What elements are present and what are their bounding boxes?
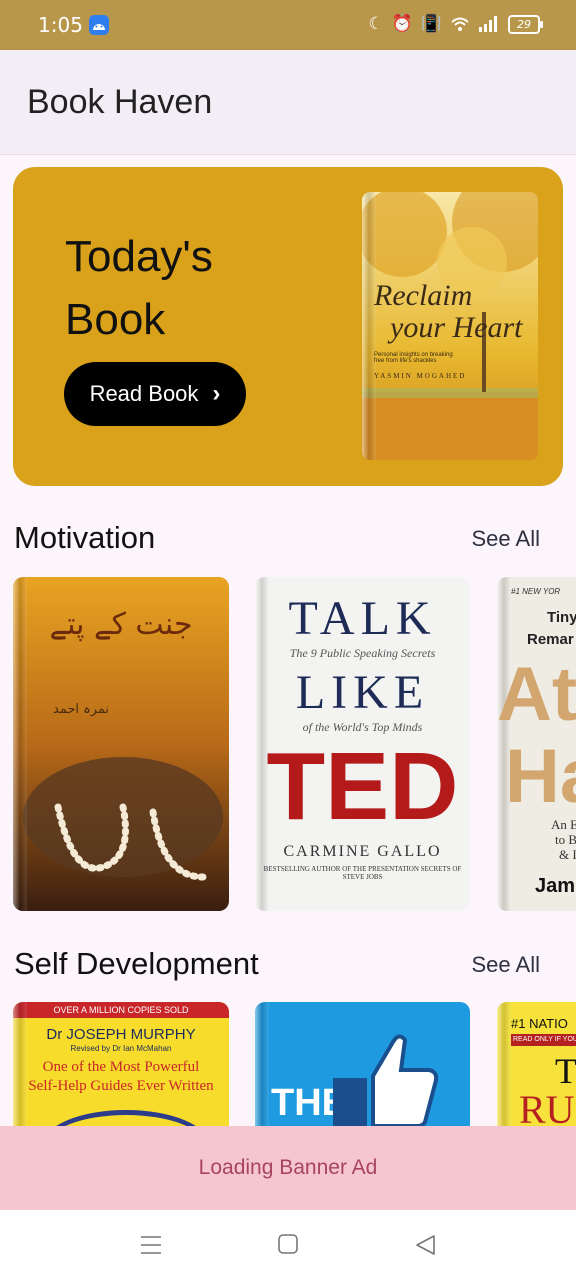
- psm-tagline-1: One of the Most Powerful: [42, 1059, 200, 1075]
- book-cover-talk-like-ted[interactable]: TALK The 9 Public Speaking Secrets LIKE …: [255, 577, 470, 911]
- read-book-label: Read Book: [89, 381, 199, 406]
- book-cover-rules[interactable]: #1 NATIO READ ONLY IF YOU'RE T RU: [497, 1002, 576, 1126]
- section-title-self-development: Self Development: [14, 946, 259, 981]
- signal-icon: [479, 16, 497, 32]
- ted-line-talk: TALK: [288, 592, 437, 645]
- status-time: 1:05: [38, 13, 83, 37]
- ted-sub-1: The 9 Public Speaking Secrets: [289, 646, 436, 660]
- book-cover-power-of-subconscious-mind[interactable]: OVER A MILLION COPIES SOLD Dr JOSEPH MUR…: [13, 1002, 229, 1126]
- rules-read: READ ONLY IF YOU'RE: [511, 1034, 576, 1046]
- todays-book-card: Today's Book Read Book › Reclaim your He…: [13, 167, 563, 486]
- todays-book-cover[interactable]: Reclaim your Heart Personal insights on …: [362, 192, 538, 460]
- app-bar: Book Haven: [0, 50, 576, 155]
- atomic-l1: Tiny: [547, 609, 576, 626]
- book-cover-jannat-ke-pattay[interactable]: جنت کے پتے نمرہ احمد: [13, 577, 229, 911]
- vibrate-icon: 📳: [420, 14, 442, 34]
- recent-apps-icon[interactable]: [140, 1234, 162, 1256]
- read-book-button[interactable]: Read Book ›: [64, 362, 246, 426]
- atomic-s1: An E: [551, 817, 576, 832]
- moon-icon: ☾: [368, 14, 384, 34]
- hero-book-title-2: your Heart: [390, 311, 523, 344]
- app-title: Book Haven: [27, 83, 213, 121]
- atomic-s2: to B: [555, 832, 576, 847]
- banner-ad[interactable]: Loading Banner Ad: [0, 1126, 576, 1210]
- thumbs-up-icon: [333, 1034, 439, 1126]
- wifi-icon: [451, 17, 469, 31]
- see-all-motivation-button[interactable]: See All: [472, 526, 541, 552]
- book-author-urdu: نمرہ احمد: [53, 702, 110, 717]
- battery-icon: 29: [508, 14, 543, 34]
- hero-book-subtitle: Personal insights on breaking free from …: [374, 352, 453, 364]
- book-cover-thumbs-up[interactable]: THE: [255, 1002, 470, 1126]
- see-all-self-development-button[interactable]: See All: [472, 952, 541, 978]
- ted-line-like: LIKE: [295, 666, 430, 719]
- ted-author: CARMINE GALLO: [283, 843, 442, 860]
- back-icon[interactable]: [414, 1234, 436, 1256]
- hero-book-author: YASMIN MOGAHED: [374, 372, 467, 380]
- android-notification-icon: [89, 15, 109, 35]
- home-icon[interactable]: [278, 1234, 298, 1254]
- book-title-urdu: جنت کے پتے: [49, 607, 193, 642]
- banner-ad-text: Loading Banner Ad: [198, 1156, 378, 1179]
- atomic-big-2: Ha: [505, 734, 576, 819]
- system-nav-bar: [0, 1210, 576, 1280]
- atomic-l2: Remar: [527, 631, 574, 648]
- rules-top: #1 NATIO: [511, 1016, 568, 1031]
- atomic-s3: & I: [559, 847, 576, 862]
- alarm-icon: ⏰: [391, 14, 413, 34]
- book-cover-atomic-habits[interactable]: #1 NEW YOR Tiny Remar Ato Ha An E to B &…: [497, 577, 576, 911]
- todays-book-title: Today's Book: [65, 232, 213, 344]
- psm-author: Dr JOSEPH MURPHY: [46, 1026, 196, 1043]
- status-icons: ☾ ⏰ 📳 29: [368, 14, 543, 34]
- ted-line-ted: TED: [266, 733, 459, 840]
- atomic-big-1: Ato: [497, 652, 576, 737]
- atomic-top: #1 NEW YOR: [511, 587, 561, 596]
- status-bar: 1:05 ☾ ⏰ 📳 29: [0, 0, 576, 50]
- psm-revised: Revised by Dr Ian McMahan: [70, 1044, 172, 1053]
- ted-tagline: BESTSELLING AUTHOR OF THE PRESENTATION S…: [263, 865, 462, 881]
- chevron-right-icon: ›: [212, 380, 221, 407]
- psm-banner: OVER A MILLION COPIES SOLD: [13, 1002, 229, 1018]
- hero-book-title-1: Reclaim: [374, 279, 473, 312]
- section-title-motivation: Motivation: [14, 520, 156, 555]
- rules-ru: RU: [519, 1087, 575, 1126]
- psm-tagline-2: Self-Help Guides Ever Written: [28, 1078, 214, 1094]
- atomic-author: Jam: [535, 875, 576, 897]
